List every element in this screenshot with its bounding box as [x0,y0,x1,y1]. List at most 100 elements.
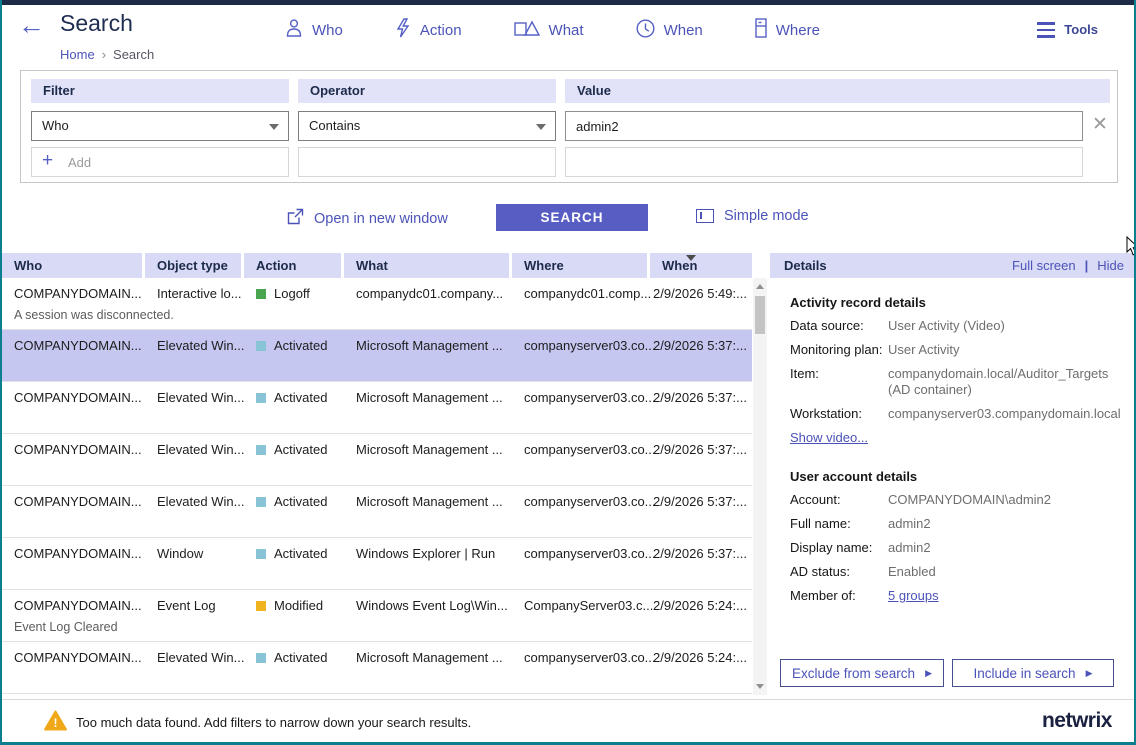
details-panel: Details Full screen | Hide Activity reco… [770,253,1136,695]
table-row[interactable]: COMPANYDOMAIN... Elevated Win... Activat… [2,642,752,694]
netwrix-logo: netwrix [1042,709,1112,733]
column-header-what[interactable]: What [344,253,509,278]
warning-message: Too much data found. Add filters to narr… [76,715,471,730]
status-square-icon [256,653,266,663]
nav-what[interactable]: What [514,18,584,42]
window-top-bar [2,0,1134,5]
action-label: Activated [274,338,327,353]
open-in-new-window-link[interactable]: Open in new window [287,208,448,229]
scroll-up-icon[interactable] [756,284,764,289]
nav-when[interactable]: When [636,18,703,42]
cell-object-type: Interactive lo... [157,286,242,301]
status-square-icon [256,393,266,403]
row-note: A session was disconnected. [14,308,174,322]
status-square-icon [256,445,266,455]
cell-object-type: Elevated Win... [157,494,244,509]
table-row[interactable]: COMPANYDOMAIN... Elevated Win... Activat… [2,434,752,486]
scroll-down-icon[interactable] [756,684,764,689]
details-title: Details [784,253,827,278]
nav-action[interactable]: Action [395,18,462,42]
table-row[interactable]: COMPANYDOMAIN... Interactive lo... Logof… [2,278,752,330]
simple-mode-icon [696,209,714,223]
item-value: companydomain.local/Auditor_Targets (AD … [888,366,1128,398]
column-header-when[interactable]: When [650,253,752,278]
cell-when: 2/9/2026 5:37:... [653,442,751,457]
table-row[interactable]: COMPANYDOMAIN... Elevated Win... Activat… [2,486,752,538]
cell-action: Modified [256,598,323,613]
nav-label: Action [420,22,462,39]
table-row[interactable]: COMPANYDOMAIN... Elevated Win... Activat… [2,382,752,434]
cell-where: CompanyServer03.c... [524,598,653,613]
cell-when: 2/9/2026 5:37:... [653,390,751,405]
groups-link[interactable]: 5 groups [888,588,1128,604]
cell-action: Logoff [256,286,310,301]
item-label: Item: [790,366,819,381]
nav-who[interactable]: Who [285,18,343,42]
back-arrow-icon[interactable]: ← [18,12,45,39]
table-row-selected[interactable]: COMPANYDOMAIN... Elevated Win... Activat… [2,330,752,382]
table-row[interactable]: COMPANYDOMAIN... Event Log Modified Wind… [2,590,752,642]
column-header-object-type[interactable]: Object type [145,253,241,278]
empty-value-input[interactable] [565,147,1083,177]
operator-dropdown[interactable]: Contains [298,111,556,141]
cell-who: COMPANYDOMAIN... [14,546,142,561]
table-scrollbar[interactable] [753,278,767,695]
activity-record-heading: Activity record details [790,295,926,310]
cell-when: 2/9/2026 5:49:... [653,286,751,301]
workstation-label: Workstation: [790,406,862,421]
include-in-search-button[interactable]: Include in search ▶ [952,659,1114,687]
cell-object-type: Elevated Win... [157,338,244,353]
value-column-header: Value [565,79,1110,103]
value-input[interactable] [565,111,1083,141]
cell-action: Activated [256,338,327,353]
cell-where: companyserver03.co... [524,494,656,509]
cell-action: Activated [256,390,327,405]
cell-where: companydc01.comp... [524,286,651,301]
column-header-action[interactable]: Action [244,253,341,278]
ad-status-label: AD status: [790,564,850,579]
clear-filter-icon[interactable]: ✕ [1088,113,1112,137]
display-name-value: admin2 [888,540,1128,556]
hide-link[interactable]: Hide [1097,253,1124,278]
tools-label: Tools [1064,22,1098,37]
filter-nav: Who Action What When Where [285,18,820,42]
column-header-where[interactable]: Where [512,253,647,278]
user-account-heading: User account details [790,469,917,484]
add-filter-row[interactable]: + Add [31,147,289,177]
tools-menu[interactable]: Tools [1037,22,1098,38]
cell-who: COMPANYDOMAIN... [14,390,142,405]
cell-who: COMPANYDOMAIN... [14,286,142,301]
member-of-label: Member of: [790,588,856,603]
nav-label: When [664,22,703,39]
empty-operator-input[interactable] [298,147,556,177]
action-label: Logoff [274,286,310,301]
cell-who: COMPANYDOMAIN... [14,650,142,665]
cell-what: Microsoft Management ... [356,390,503,405]
cell-what: Microsoft Management ... [356,442,503,457]
cell-where: companyserver03.co... [524,390,656,405]
column-header-who[interactable]: Who [2,253,142,278]
simple-mode-toggle[interactable]: Simple mode [696,208,809,224]
page-title: Search [60,10,133,37]
cell-when: 2/9/2026 5:37:... [653,546,751,561]
cell-action: Activated [256,442,327,457]
search-button[interactable]: SEARCH [496,204,648,231]
filter-dropdown[interactable]: Who [31,111,289,141]
simple-mode-label: Simple mode [724,208,809,224]
cell-object-type: Elevated Win... [157,650,244,665]
scrollbar-thumb[interactable] [755,296,765,334]
show-video-link[interactable]: Show video... [790,430,868,445]
cell-what: Microsoft Management ... [356,494,503,509]
shapes-icon [514,19,540,41]
row-note: Event Log Cleared [14,620,118,634]
breadcrumb-home-link[interactable]: Home [60,47,95,62]
nav-where[interactable]: Where [755,18,820,42]
cell-who: COMPANYDOMAIN... [14,338,142,353]
status-square-icon [256,341,266,351]
table-row[interactable]: COMPANYDOMAIN... Window Activated Window… [2,538,752,590]
cell-object-type: Window [157,546,203,561]
data-source-value: User Activity (Video) [888,318,1128,334]
cell-where: companyserver03.co... [524,546,656,561]
exclude-from-search-button[interactable]: Exclude from search ▶ [780,659,944,687]
full-screen-link[interactable]: Full screen [1012,253,1076,278]
